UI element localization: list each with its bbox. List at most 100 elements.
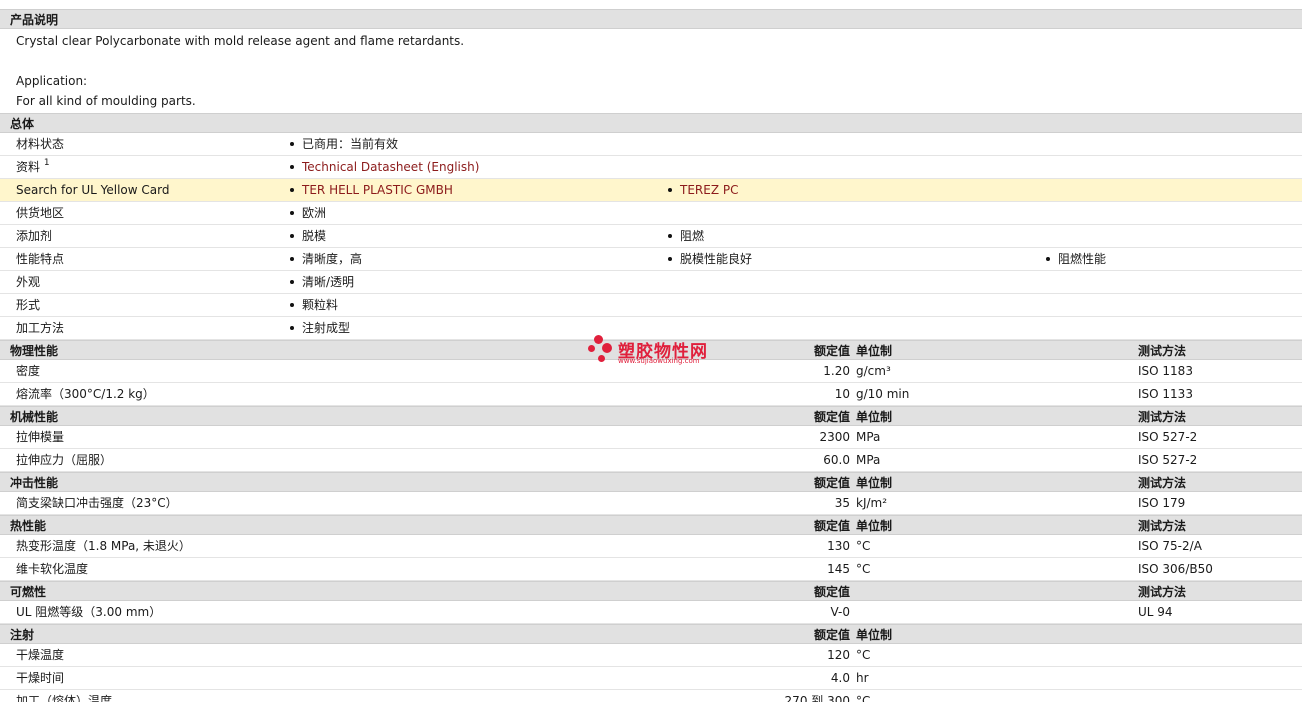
col-header-unit: 单位制 <box>856 344 893 358</box>
property-unit: °C <box>856 648 871 662</box>
description-line: Crystal clear Polycarbonate with mold re… <box>16 34 465 48</box>
general-row-literature: 资料 1 Technical Datasheet (English) <box>0 156 1302 179</box>
description-block: Crystal clear Polycarbonate with mold re… <box>0 29 1302 113</box>
property-label: 拉伸模量 <box>16 430 65 444</box>
property-unit: hr <box>856 671 869 685</box>
section-header-thermal: 热性能 额定值 单位制 测试方法 <box>0 515 1302 535</box>
property-label: 拉伸应力（屈服） <box>16 453 113 467</box>
ter-hell-link[interactable]: TER HELL PLASTIC GMBH <box>302 183 453 197</box>
feature-item: 清晰度，高 <box>290 248 362 271</box>
property-label: 干燥温度 <box>16 648 65 662</box>
property-unit: °C <box>856 694 871 702</box>
property-value: 130 <box>827 539 850 553</box>
bullet-icon <box>290 302 294 307</box>
property-label: 维卡软化温度 <box>16 562 89 576</box>
property-test: ISO 1133 <box>1138 387 1193 401</box>
appearance-item: 清晰/透明 <box>290 271 354 294</box>
property-label: 简支梁缺口冲击强度（23°C） <box>16 496 178 510</box>
general-row-ul-yellow-card: Search for UL Yellow Card TER HELL PLAST… <box>0 179 1302 202</box>
property-row-hdt: 热变形温度（1.8 MPa, 未退火） 130 °C ISO 75-2/A <box>0 535 1302 558</box>
property-value: 2300 <box>819 430 850 444</box>
feature-item: 脱模性能良好 <box>668 248 752 271</box>
property-row-ul94: UL 阻燃等级（3.00 mm） V-0 UL 94 <box>0 601 1302 624</box>
bullet-icon <box>290 141 294 146</box>
property-row-drying-time: 干燥时间 4.0 hr <box>0 667 1302 690</box>
col-header-value: 额定值 <box>813 344 850 358</box>
row-label: 材料状态 <box>16 137 65 151</box>
property-test: ISO 306/B50 <box>1138 562 1213 576</box>
col-header-value: 额定值 <box>813 476 850 490</box>
region-item: 欧洲 <box>290 202 326 225</box>
row-label: 资料 1 <box>16 158 50 174</box>
property-value: 4.0 <box>830 671 850 685</box>
col-header-unit: 单位制 <box>856 410 893 424</box>
property-value: V-0 <box>830 605 850 619</box>
property-unit: g/10 min <box>856 387 910 401</box>
top-gap <box>0 0 1302 9</box>
technical-datasheet-link[interactable]: Technical Datasheet (English) <box>302 160 479 174</box>
bullet-icon <box>668 256 672 261</box>
processing-item: 注射成型 <box>290 317 350 340</box>
property-value: 35 <box>834 496 850 510</box>
col-header-test: 测试方法 <box>1138 585 1187 599</box>
ul-item: TER HELL PLASTIC GMBH <box>290 179 453 202</box>
general-row-appearance: 外观 清晰/透明 <box>0 271 1302 294</box>
property-value: 10 <box>834 387 850 401</box>
terez-pc-link[interactable]: TEREZ PC <box>680 183 738 197</box>
row-label: Search for UL Yellow Card <box>16 183 170 197</box>
property-test: ISO 527-2 <box>1138 430 1198 444</box>
watermark-url: www.sujiaowuxing.com <box>618 357 700 365</box>
col-header-value: 额定值 <box>813 628 850 642</box>
col-header-test: 测试方法 <box>1138 476 1187 490</box>
description-line: For all kind of moulding parts. <box>16 94 196 108</box>
property-test: ISO 527-2 <box>1138 453 1198 467</box>
property-unit: MPa <box>856 453 881 467</box>
footnote-marker: 1 <box>43 158 50 168</box>
property-row-vicat: 维卡软化温度 145 °C ISO 306/B50 <box>0 558 1302 581</box>
property-unit: g/cm³ <box>856 364 891 378</box>
site-watermark: 塑胶物性网 www.sujiaowuxing.com <box>588 333 728 369</box>
col-header-unit: 单位制 <box>856 476 893 490</box>
property-value: 60.0 <box>823 453 850 467</box>
logo-dot <box>602 343 612 353</box>
property-label: 密度 <box>16 364 41 378</box>
property-row-drying-temp: 干燥温度 120 °C <box>0 644 1302 667</box>
form-item: 颗粒料 <box>290 294 338 317</box>
additive-item: 脱模 <box>290 225 326 248</box>
bullet-icon <box>290 210 294 215</box>
row-label: 外观 <box>16 275 41 289</box>
general-row-status: 材料状态 已商用：当前有效 <box>0 133 1302 156</box>
section-header-mechanical: 机械性能 额定值 单位制 测试方法 <box>0 406 1302 426</box>
bullet-icon <box>1046 256 1050 261</box>
bullet-icon <box>290 233 294 238</box>
property-value: 145 <box>827 562 850 576</box>
section-header-injection: 注射 额定值 单位制 <box>0 624 1302 644</box>
bullet-icon <box>668 233 672 238</box>
property-label: 熔流率（300°C/1.2 kg） <box>16 387 155 401</box>
col-header-value: 额定值 <box>813 519 850 533</box>
bullet-icon <box>668 187 672 192</box>
row-label: 形式 <box>16 298 41 312</box>
property-row-melt-flow: 熔流率（300°C/1.2 kg） 10 g/10 min ISO 1133 <box>0 383 1302 406</box>
property-label: 加工（熔体）温度 <box>16 694 113 702</box>
datasheet-item: Technical Datasheet (English) <box>290 156 479 179</box>
datasheet-page: 产品说明 Crystal clear Polycarbonate with mo… <box>0 0 1302 702</box>
col-header-unit: 单位制 <box>856 519 893 533</box>
general-row-features: 性能特点 清晰度，高 脱模性能良好 阻燃性能 <box>0 248 1302 271</box>
property-label: UL 阻燃等级（3.00 mm） <box>16 605 162 619</box>
row-label: 加工方法 <box>16 321 65 335</box>
col-header-value: 额定值 <box>813 585 850 599</box>
section-header-flammability: 可燃性 额定值 测试方法 <box>0 581 1302 601</box>
row-label: 供货地区 <box>16 206 65 220</box>
logo-dot <box>594 335 603 344</box>
property-row-charpy: 简支梁缺口冲击强度（23°C） 35 kJ/m² ISO 179 <box>0 492 1302 515</box>
description-line: Application: <box>16 74 88 88</box>
additive-item: 阻燃 <box>668 225 704 248</box>
logo-dot <box>598 355 605 362</box>
bullet-icon <box>290 164 294 169</box>
property-label: 热变形温度（1.8 MPa, 未退火） <box>16 539 191 553</box>
col-header-unit: 单位制 <box>856 628 893 642</box>
col-header-value: 额定值 <box>813 410 850 424</box>
property-unit: kJ/m² <box>856 496 888 510</box>
